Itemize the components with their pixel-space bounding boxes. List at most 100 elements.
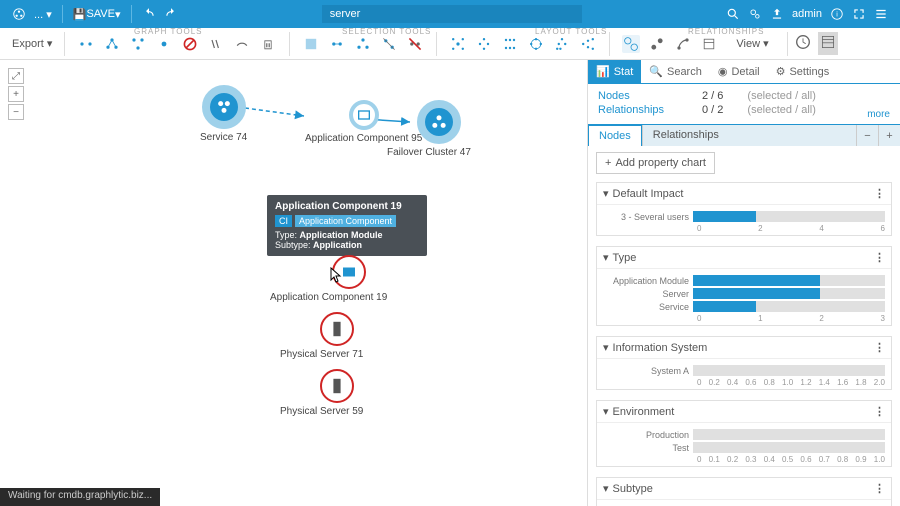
chart-menu-icon[interactable]: ⋮ — [874, 187, 885, 200]
tool-s4[interactable] — [380, 35, 398, 53]
tool-r1[interactable] — [622, 35, 640, 53]
chart-information-system: ▾Information System⋮System A00.20.40.60.… — [596, 336, 892, 390]
tool-g2[interactable] — [103, 35, 121, 53]
node-appcomp95[interactable]: Application Component 95 — [305, 100, 422, 144]
tool-g6[interactable] — [207, 35, 225, 53]
toolbar: Export ▾ GRAPH TOOLS SELECTION TOOLS LAY… — [0, 28, 900, 60]
node-appcomp19[interactable]: Application Component 19 — [310, 255, 387, 303]
tool-r4[interactable] — [700, 35, 718, 53]
add-property-chart-button[interactable]: +Add property chart — [596, 152, 715, 174]
chevron-down-icon[interactable]: ▾ — [603, 482, 609, 495]
bar-label: Server — [603, 289, 693, 299]
subtab-minus[interactable]: − — [856, 125, 878, 146]
undo-button[interactable] — [142, 7, 156, 21]
search-input[interactable] — [322, 5, 582, 23]
chevron-down-icon[interactable]: ▾ — [603, 405, 609, 418]
tool-r3[interactable] — [674, 35, 692, 53]
subtab-nodes[interactable]: Nodes — [588, 125, 642, 146]
status-bar: Waiting for cmdb.graphlytic.biz... — [0, 488, 160, 506]
subtab-rel[interactable]: Relationships — [642, 125, 729, 146]
tab-settings[interactable]: ⚙Settings — [768, 60, 838, 83]
tool-g3[interactable] — [129, 35, 147, 53]
tool-s1[interactable] — [302, 35, 320, 53]
menu-icon[interactable] — [874, 7, 888, 21]
relationships-label: RELATIONSHIPS — [688, 27, 764, 36]
redo-button[interactable] — [164, 7, 178, 21]
tool-s2[interactable] — [328, 35, 346, 53]
bar-track[interactable] — [693, 365, 885, 376]
tool-r2[interactable] — [648, 35, 666, 53]
zoom-out[interactable]: − — [8, 104, 24, 120]
more-link[interactable]: more — [867, 109, 890, 120]
panel-toggle-icon[interactable] — [818, 32, 838, 55]
chart-menu-icon[interactable]: ⋮ — [874, 482, 885, 495]
panel-body: +Add property chart ▾Default Impact⋮3 - … — [588, 146, 900, 506]
chart-title: Type — [613, 252, 637, 264]
graph-tools — [77, 35, 277, 53]
tool-g5[interactable] — [181, 35, 199, 53]
app-menu-button[interactable]: ... ▾ — [34, 8, 52, 21]
bar-track[interactable] — [693, 301, 885, 312]
export-button[interactable]: Export ▾ — [6, 35, 58, 52]
zoom-fit[interactable]: ⤢ — [8, 68, 24, 84]
chart-menu-icon[interactable]: ⋮ — [874, 341, 885, 354]
bar-track[interactable] — [693, 288, 885, 299]
tab-detail[interactable]: ◉Detail — [710, 60, 768, 83]
chart-default-impact: ▾Default Impact⋮3 - Several users0246 — [596, 182, 892, 236]
tab-search[interactable]: 🔍Search — [641, 60, 710, 83]
node-phys71[interactable]: Physical Server 71 — [310, 312, 363, 360]
bar-track[interactable] — [693, 211, 885, 222]
chart-menu-icon[interactable]: ⋮ — [874, 405, 885, 418]
chevron-down-icon[interactable]: ▾ — [603, 187, 609, 200]
graph-tools-label: GRAPH TOOLS — [134, 27, 203, 36]
zoom-controls: ⤢ + − — [8, 68, 26, 122]
subtabs: Nodes Relationships − + — [588, 124, 900, 146]
node-failover47[interactable]: Failover Cluster 47 — [407, 100, 471, 158]
tool-l4[interactable] — [527, 35, 545, 53]
chevron-down-icon[interactable]: ▾ — [603, 251, 609, 264]
graph-canvas[interactable]: ⤢ + − Service 74 Application Component 9… — [0, 60, 587, 506]
tool-l3[interactable] — [501, 35, 519, 53]
chart-title: Environment — [613, 406, 675, 418]
info-icon[interactable]: i — [830, 7, 844, 21]
bar-label: Test — [603, 443, 693, 453]
bar-track[interactable] — [693, 275, 885, 286]
search-icon[interactable] — [726, 7, 740, 21]
upload-icon[interactable] — [770, 7, 784, 21]
tool-l6[interactable] — [579, 35, 597, 53]
save-button[interactable]: 💾 SAVE ▾ — [73, 8, 121, 21]
bar-label: Production — [603, 430, 693, 440]
tool-l2[interactable] — [475, 35, 493, 53]
node-service74[interactable]: Service 74 — [200, 85, 247, 143]
tab-stat[interactable]: 📊Stat — [588, 60, 641, 83]
selection-info: Nodes2 / 6(selected / all) Relationships… — [588, 84, 900, 124]
zoom-in[interactable]: + — [8, 86, 24, 102]
chart-type: ▾Type⋮Application ModuleServerService012… — [596, 246, 892, 326]
bar-label: Service — [603, 302, 693, 312]
subtab-plus[interactable]: + — [878, 125, 900, 146]
node-phys59[interactable]: Physical Server 59 — [310, 369, 363, 417]
tool-s3[interactable] — [354, 35, 372, 53]
main-area: ⤢ + − Service 74 Application Component 9… — [0, 60, 900, 506]
tool-g1[interactable] — [77, 35, 95, 53]
timeline-icon[interactable] — [794, 33, 812, 54]
tool-l1[interactable] — [449, 35, 467, 53]
bar-label: Application Module — [603, 276, 693, 286]
chart-menu-icon[interactable]: ⋮ — [874, 251, 885, 264]
fullscreen-icon[interactable] — [852, 7, 866, 21]
logo-icon[interactable] — [12, 7, 26, 21]
tool-g7[interactable] — [233, 35, 251, 53]
bar-track[interactable] — [693, 442, 885, 453]
tool-g8[interactable] — [259, 35, 277, 53]
tool-g4[interactable] — [155, 35, 173, 53]
tool-l5[interactable] — [553, 35, 571, 53]
topbar: ... ▾ 💾 SAVE ▾ admin i — [0, 0, 900, 28]
bar-track[interactable] — [693, 429, 885, 440]
panel-tabs: 📊Stat 🔍Search ◉Detail ⚙Settings — [588, 60, 900, 84]
chevron-down-icon[interactable]: ▾ — [603, 341, 609, 354]
view-button[interactable]: View ▾ — [730, 35, 774, 52]
chart-environment: ▾Environment⋮ProductionTest00.10.20.30.4… — [596, 400, 892, 467]
user-label[interactable]: admin — [792, 8, 822, 20]
gears-icon[interactable] — [748, 7, 762, 21]
tool-s5[interactable] — [406, 35, 424, 53]
